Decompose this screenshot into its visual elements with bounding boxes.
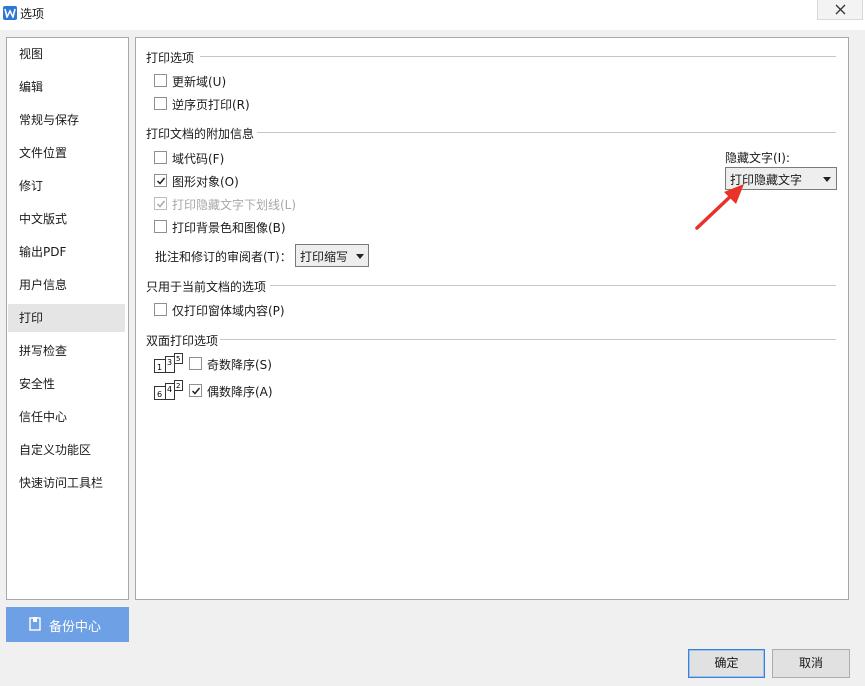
- print-settings-panel: 打印选项 更新域(U) 逆序页打印(R) 打印文档的附加信息 域代码(F) 图形…: [135, 37, 849, 600]
- ok-button[interactable]: 确定: [688, 649, 765, 678]
- sidebar-item-user-info[interactable]: 用户信息: [8, 271, 125, 299]
- red-arrow-annotation-icon: [695, 184, 744, 230]
- odd-digit-5: 5: [176, 355, 180, 363]
- checkmark-icon: [191, 387, 201, 395]
- print-background-label: 打印背景色和图像(B): [172, 221, 286, 235]
- checkbox-box[interactable]: [189, 357, 202, 370]
- odd-digit-3: 3: [167, 358, 172, 367]
- checkmark-icon: [156, 200, 166, 208]
- field-codes-label: 域代码(F): [172, 152, 225, 166]
- options-sidebar: 视图 编辑 常规与保存 文件位置 修订 中文版式 输出PDF 用户信息 打印 拼…: [6, 37, 129, 600]
- sidebar-item-customize-ribbon[interactable]: 自定义功能区: [8, 436, 125, 464]
- sidebar-item-export-pdf[interactable]: 输出PDF: [8, 238, 125, 266]
- window-title: 选项: [20, 7, 45, 21]
- title-bar: 选项: [0, 0, 865, 30]
- even-pages-reverse-icon: 6 4 2: [154, 380, 183, 400]
- section-divider: [200, 56, 836, 57]
- even-reverse-label: 偶数降序(A): [207, 385, 273, 399]
- sidebar-item-trust-center[interactable]: 信任中心: [8, 403, 125, 431]
- section-title-duplex: 双面打印选项: [146, 334, 219, 348]
- reverse-order-label: 逆序页打印(R): [172, 98, 250, 112]
- checkbox-box[interactable]: [189, 384, 202, 397]
- section-divider: [220, 339, 836, 340]
- reviewer-dropdown[interactable]: 打印缩写: [295, 244, 369, 267]
- backup-center-button[interactable]: 备份中心: [6, 607, 129, 642]
- checkbox-box[interactable]: [154, 303, 167, 316]
- sidebar-item-file-locations[interactable]: 文件位置: [8, 139, 125, 167]
- checkbox-box[interactable]: [154, 151, 167, 164]
- odd-reverse-label: 奇数降序(S): [207, 358, 272, 372]
- section-title-print-extra: 打印文档的附加信息: [146, 127, 255, 141]
- even-digit-6: 6: [157, 390, 162, 399]
- graphic-objects-label: 图形对象(O): [172, 175, 239, 189]
- update-fields-label: 更新域(U): [172, 75, 227, 89]
- reviewer-dropdown-value: 打印缩写: [300, 250, 349, 264]
- odd-digit-1: 1: [157, 363, 162, 372]
- backup-document-icon: [29, 617, 41, 635]
- even-digit-4: 4: [167, 385, 172, 394]
- cancel-button[interactable]: 取消: [772, 649, 850, 678]
- sidebar-item-security[interactable]: 安全性: [8, 370, 125, 398]
- sidebar-item-print[interactable]: 打印: [8, 304, 125, 332]
- hidden-text-underline-label: 打印隐藏文字下划线(L): [172, 198, 297, 212]
- sidebar-item-revisions[interactable]: 修订: [8, 172, 125, 200]
- checkbox-box: [154, 197, 167, 210]
- checkbox-box[interactable]: [154, 74, 167, 87]
- close-icon: [835, 4, 846, 15]
- wps-app-icon: [3, 6, 17, 20]
- chevron-down-icon: [356, 254, 364, 259]
- backup-center-label: 备份中心: [49, 620, 102, 635]
- even-digit-2: 2: [176, 382, 180, 390]
- checkbox-box[interactable]: [154, 220, 167, 233]
- section-divider: [257, 132, 836, 133]
- form-fields-only-label: 仅打印窗体域内容(P): [172, 304, 285, 318]
- sidebar-item-view[interactable]: 视图: [8, 40, 125, 68]
- checkmark-icon: [156, 177, 166, 185]
- section-title-print-options: 打印选项: [146, 51, 195, 65]
- sidebar-item-general-save[interactable]: 常规与保存: [8, 106, 125, 134]
- odd-pages-reverse-icon: 1 3 5: [154, 353, 183, 373]
- sidebar-item-edit[interactable]: 编辑: [8, 73, 125, 101]
- sidebar-item-chinese-layout[interactable]: 中文版式: [8, 205, 125, 233]
- reviewer-label: 批注和修订的审阅者(T)：: [155, 250, 292, 264]
- sidebar-item-quick-access-toolbar[interactable]: 快速访问工具栏: [8, 469, 125, 497]
- checkbox-box[interactable]: [154, 174, 167, 187]
- section-divider: [270, 285, 836, 286]
- close-button[interactable]: [817, 0, 863, 20]
- chevron-down-icon: [823, 177, 831, 182]
- hidden-text-label: 隐藏文字(I):: [725, 151, 790, 165]
- checkbox-box[interactable]: [154, 97, 167, 110]
- section-title-current-doc: 只用于当前文档的选项: [146, 280, 267, 294]
- sidebar-item-spell-check[interactable]: 拼写检查: [8, 337, 125, 365]
